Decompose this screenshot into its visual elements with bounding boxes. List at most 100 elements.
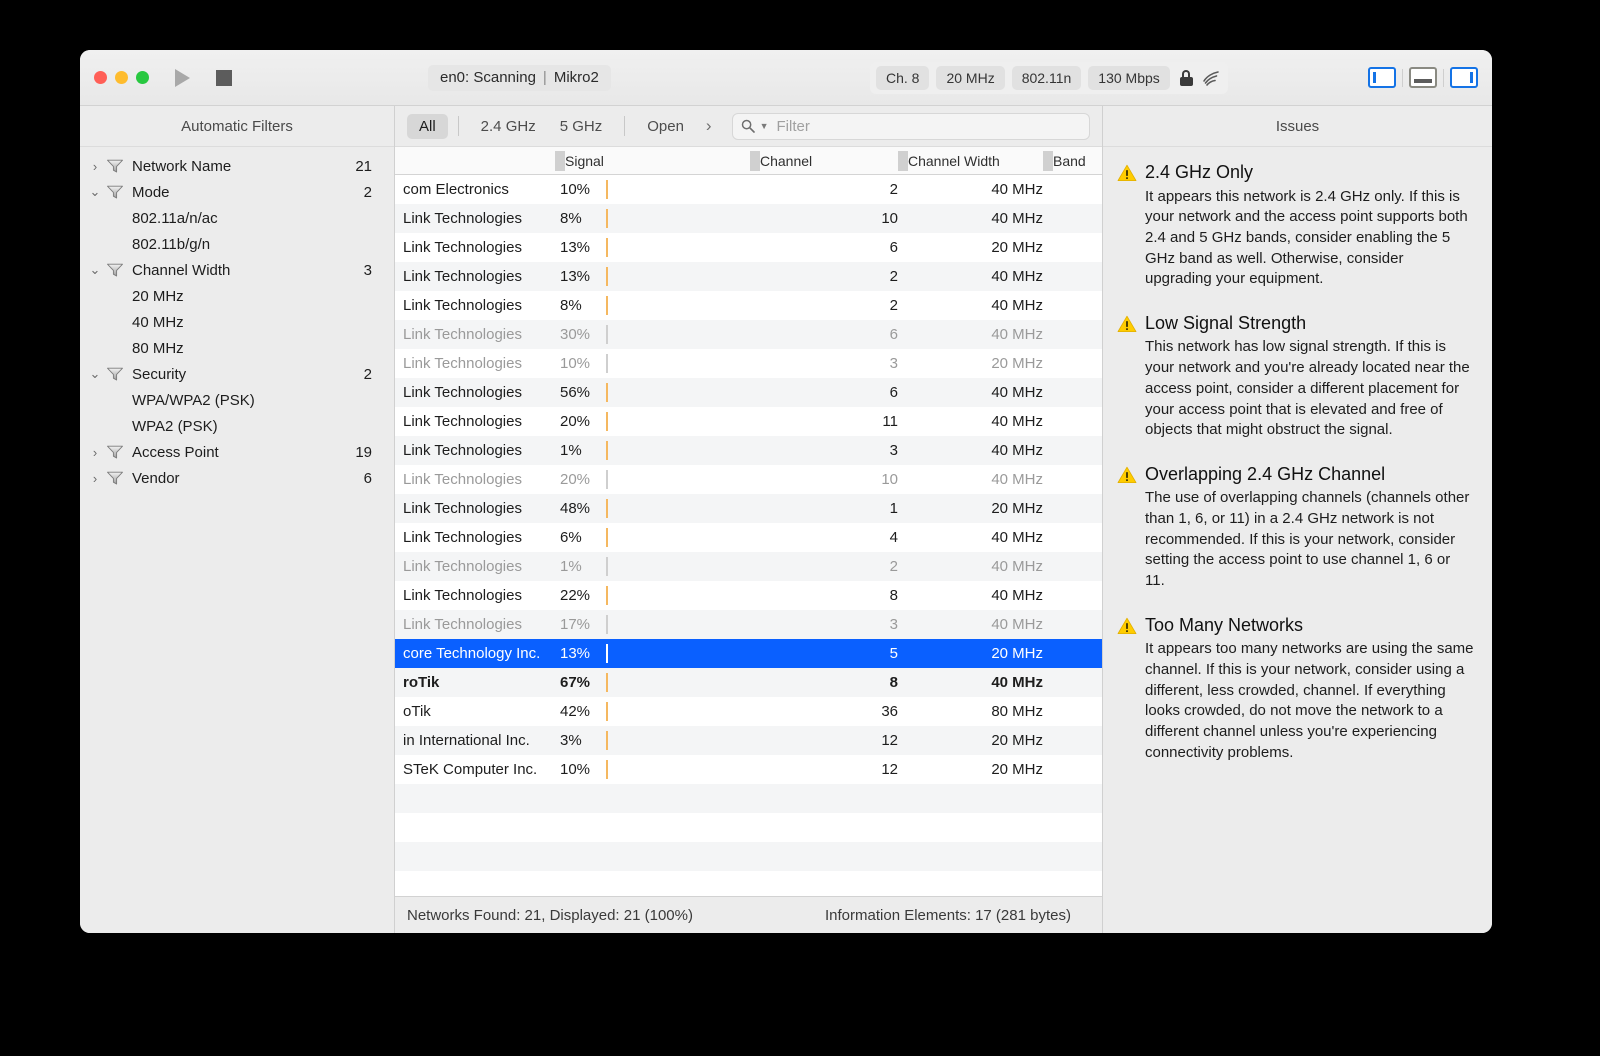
- table-row[interactable]: roTik 67% 8 40 MHz: [395, 668, 1102, 697]
- cell-signal-percent: 10%: [560, 761, 591, 778]
- filter-segment-open[interactable]: Open: [635, 114, 696, 139]
- table-row[interactable]: Link Technologies 13% 6 20 MHz: [395, 233, 1102, 262]
- filter-toolbar: All 2.4 GHz 5 GHz Open › ▼ Filter: [395, 106, 1102, 147]
- column-header-band[interactable]: Band: [1043, 147, 1102, 175]
- search-input[interactable]: ▼ Filter: [731, 112, 1090, 140]
- filter-item[interactable]: WPA/WPA2 (PSK): [80, 387, 394, 413]
- badge-rate: 130 Mbps: [1088, 65, 1170, 90]
- maximize-button[interactable]: [136, 71, 149, 84]
- cell-channel-width: 20 MHz: [991, 645, 1043, 662]
- cell-signal-percent: 1%: [560, 558, 582, 575]
- table-row[interactable]: Link Technologies 17% 3 40 MHz: [395, 610, 1102, 639]
- filter-group-security[interactable]: ⌄ Security 2: [80, 361, 394, 387]
- cell-vendor: Link Technologies: [403, 616, 522, 633]
- main-content: All 2.4 GHz 5 GHz Open › ▼ Filter Signal…: [395, 106, 1102, 933]
- cell-channel: 2: [889, 181, 898, 198]
- table-row[interactable]: Link Technologies 8% 2 40 MHz: [395, 291, 1102, 320]
- cell-vendor: roTik: [403, 674, 440, 691]
- table-row-empty: [395, 784, 1102, 813]
- filter-item[interactable]: WPA2 (PSK): [80, 413, 394, 439]
- cell-vendor: Link Technologies: [403, 587, 522, 604]
- chevron-right-icon[interactable]: ›: [84, 471, 106, 486]
- badge-channel: Ch. 8: [876, 65, 930, 90]
- table-row[interactable]: Link Technologies 20% 10 40 MHz: [395, 465, 1102, 494]
- table-row[interactable]: core Technology Inc. 13% 5 20 MHz: [395, 639, 1102, 668]
- stop-icon[interactable]: [216, 69, 232, 86]
- table-row[interactable]: Link Technologies 48% 1 20 MHz: [395, 494, 1102, 523]
- funnel-icon: [107, 445, 123, 459]
- cell-channel-width: 40 MHz: [991, 326, 1043, 343]
- chevron-down-icon[interactable]: ▼: [760, 121, 769, 131]
- minimize-button[interactable]: [115, 71, 128, 84]
- cell-signal-percent: 20%: [560, 471, 591, 488]
- table-row[interactable]: Link Technologies 30% 6 40 MHz: [395, 320, 1102, 349]
- column-header-channel-width[interactable]: Channel Width: [898, 147, 1046, 175]
- chevron-right-icon[interactable]: ›: [84, 445, 106, 460]
- cell-signal-percent: 17%: [560, 616, 591, 633]
- filter-group-vendor[interactable]: › Vendor 6: [80, 465, 394, 491]
- close-button[interactable]: [94, 71, 107, 84]
- table-row[interactable]: Link Technologies 6% 4 40 MHz: [395, 523, 1102, 552]
- chevron-down-icon[interactable]: ⌄: [84, 262, 106, 278]
- table-rows: com Electronics 10% 2 40 MHz Link Technologi…: [395, 175, 1102, 896]
- table-row[interactable]: Link Technologies 56% 6 40 MHz: [395, 378, 1102, 407]
- signal-bar: [606, 731, 746, 750]
- signal-bar: [606, 296, 746, 315]
- issue-item: Too Many Networks It appears too many net…: [1117, 614, 1474, 764]
- table-row[interactable]: STeK Computer Inc. 10% 12 20 MHz: [395, 755, 1102, 784]
- cell-vendor: core Technology Inc.: [403, 645, 541, 662]
- table-row[interactable]: Link Technologies 10% 3 20 MHz: [395, 349, 1102, 378]
- table-row[interactable]: Link Technologies 20% 11 40 MHz: [395, 407, 1102, 436]
- table-row[interactable]: oTik 42% 36 80 MHz: [395, 697, 1102, 726]
- filter-item[interactable]: 802.11b/g/n: [80, 231, 394, 257]
- issue-description: It appears this network is 2.4 GHz only.…: [1145, 187, 1468, 288]
- chevron-down-icon[interactable]: ⌄: [84, 184, 106, 200]
- cell-signal-percent: 48%: [560, 500, 591, 517]
- cell-signal-percent: 30%: [560, 326, 591, 343]
- filter-group-access-point[interactable]: › Access Point 19: [80, 439, 394, 465]
- play-icon[interactable]: [175, 68, 190, 87]
- table-row[interactable]: Link Technologies 8% 10 40 MHz: [395, 204, 1102, 233]
- warning-icon: [1117, 617, 1137, 634]
- filter-item[interactable]: 80 MHz: [80, 335, 394, 361]
- filter-segment-24ghz[interactable]: 2.4 GHz: [469, 114, 548, 139]
- filter-item[interactable]: 20 MHz: [80, 283, 394, 309]
- chevron-right-icon[interactable]: ›: [84, 159, 106, 174]
- issue-item: Overlapping 2.4 GHz Channel The use of ov…: [1117, 463, 1474, 592]
- cell-channel: 1: [889, 500, 898, 517]
- table-row[interactable]: com Electronics 10% 2 40 MHz: [395, 175, 1102, 204]
- issue-title: 2.4 GHz Only: [1145, 162, 1254, 182]
- table-row[interactable]: in International Inc. 3% 12 20 MHz: [395, 726, 1102, 755]
- table-row[interactable]: Link Technologies 1% 3 40 MHz: [395, 436, 1102, 465]
- cell-channel-width: 20 MHz: [991, 355, 1043, 372]
- column-header-signal[interactable]: Signal: [555, 147, 745, 175]
- bottom-panel-toggle[interactable]: [1409, 67, 1437, 88]
- cell-signal-percent: 56%: [560, 384, 591, 401]
- issues-list: 2.4 GHz Only It appears this network is 2…: [1103, 147, 1492, 785]
- cell-channel-width: 40 MHz: [991, 471, 1043, 488]
- filter-segment-5ghz[interactable]: 5 GHz: [548, 114, 615, 139]
- table-row[interactable]: Link Technologies 22% 8 40 MHz: [395, 581, 1102, 610]
- funnel-icon: [107, 471, 123, 485]
- signal-bar: [606, 441, 746, 460]
- chevron-down-icon[interactable]: ⌄: [84, 366, 106, 382]
- filter-group-channel-width[interactable]: ⌄ Channel Width 3: [80, 257, 394, 283]
- signal-bar: [606, 209, 746, 228]
- column-header-channel[interactable]: Channel: [750, 147, 900, 175]
- filter-item[interactable]: 802.11a/n/ac: [80, 205, 394, 231]
- issues-panel: Issues 2.4 GHz Only It appears this netwo…: [1102, 106, 1492, 933]
- chevron-right-icon[interactable]: ›: [706, 116, 712, 136]
- right-sidebar-toggle[interactable]: [1450, 67, 1478, 88]
- table-row[interactable]: Link Technologies 1% 2 40 MHz: [395, 552, 1102, 581]
- cell-vendor: oTik: [403, 703, 431, 720]
- cell-channel-width: 40 MHz: [991, 587, 1043, 604]
- filter-segment-all[interactable]: All: [407, 113, 448, 139]
- filter-group-network-name[interactable]: › Network Name 21: [80, 153, 394, 179]
- filter-item[interactable]: 40 MHz: [80, 309, 394, 335]
- cell-signal-percent: 3%: [560, 732, 582, 749]
- wifi-icon: [1202, 70, 1219, 86]
- filter-group-label: Mode: [132, 183, 170, 201]
- left-sidebar-toggle[interactable]: [1368, 67, 1396, 88]
- filter-group-mode[interactable]: ⌄ Mode 2: [80, 179, 394, 205]
- table-row[interactable]: Link Technologies 13% 2 40 MHz: [395, 262, 1102, 291]
